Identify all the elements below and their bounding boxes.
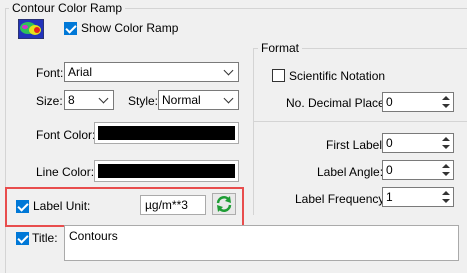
label-unit-checkbox[interactable]: [16, 200, 29, 213]
label-angle-label: Label Angle:: [317, 165, 384, 179]
style-select-value: Normal: [162, 93, 201, 107]
font-color-label: Font Color:: [36, 128, 96, 142]
first-label-label: First Label:: [326, 138, 386, 152]
format-group-divider: [253, 121, 467, 122]
scientific-notation-label[interactable]: Scientific Notation: [289, 69, 385, 83]
line-color-picker[interactable]: [94, 160, 239, 182]
size-select-value: 8: [68, 93, 75, 107]
label-unit-label[interactable]: Label Unit:: [33, 199, 90, 213]
show-color-ramp-label[interactable]: Show Color Ramp: [81, 21, 178, 35]
show-color-ramp-checkbox[interactable]: [64, 22, 77, 35]
label-frequency-label: Label Frequency:: [295, 192, 388, 206]
decimal-places-label: No. Decimal Places:: [286, 96, 395, 110]
scientific-notation-checkbox[interactable]: [272, 69, 285, 82]
size-label: Size:: [36, 94, 63, 108]
first-label-value: 0: [386, 136, 393, 150]
format-group-title: Format: [258, 41, 303, 55]
font-select[interactable]: Arial: [64, 62, 239, 82]
stepper-arrows-icon[interactable]: [441, 162, 451, 178]
line-color-swatch: [98, 164, 235, 178]
title-textarea[interactable]: Contours: [64, 225, 459, 261]
label-angle-stepper[interactable]: 0: [382, 160, 454, 180]
title-checkbox[interactable]: [16, 232, 29, 245]
stepper-arrows-icon[interactable]: [441, 189, 451, 205]
first-label-stepper[interactable]: 0: [382, 133, 454, 153]
stepper-arrows-icon[interactable]: [441, 135, 451, 151]
chevron-down-icon: [98, 93, 109, 104]
style-label: Style:: [128, 94, 159, 108]
chevron-down-icon: [223, 65, 234, 76]
color-ramp-group-left-border: [5, 8, 6, 273]
refresh-icon: [216, 196, 232, 212]
refresh-unit-button[interactable]: [212, 193, 236, 215]
title-label[interactable]: Title:: [32, 231, 58, 245]
font-color-swatch: [98, 126, 235, 140]
color-ramp-group-title: Contour Color Ramp: [9, 1, 126, 15]
decimal-places-stepper[interactable]: 0: [382, 92, 454, 112]
size-select[interactable]: 8: [64, 90, 114, 110]
label-frequency-value: 1: [386, 190, 393, 204]
label-angle-value: 0: [386, 163, 393, 177]
format-group-left-border: [253, 48, 254, 215]
line-color-label: Line Color:: [36, 165, 95, 179]
font-color-picker[interactable]: [94, 122, 239, 144]
chevron-down-icon: [223, 93, 234, 104]
stepper-arrows-icon[interactable]: [441, 94, 451, 110]
decimal-places-value: 0: [386, 95, 393, 109]
font-select-value: Arial: [68, 65, 93, 79]
style-select[interactable]: Normal: [158, 90, 239, 110]
color-ramp-icon: [17, 18, 45, 40]
font-label: Font:: [36, 66, 64, 80]
label-frequency-stepper[interactable]: 1: [382, 187, 454, 207]
label-unit-input[interactable]: µg/m**3: [140, 195, 206, 215]
